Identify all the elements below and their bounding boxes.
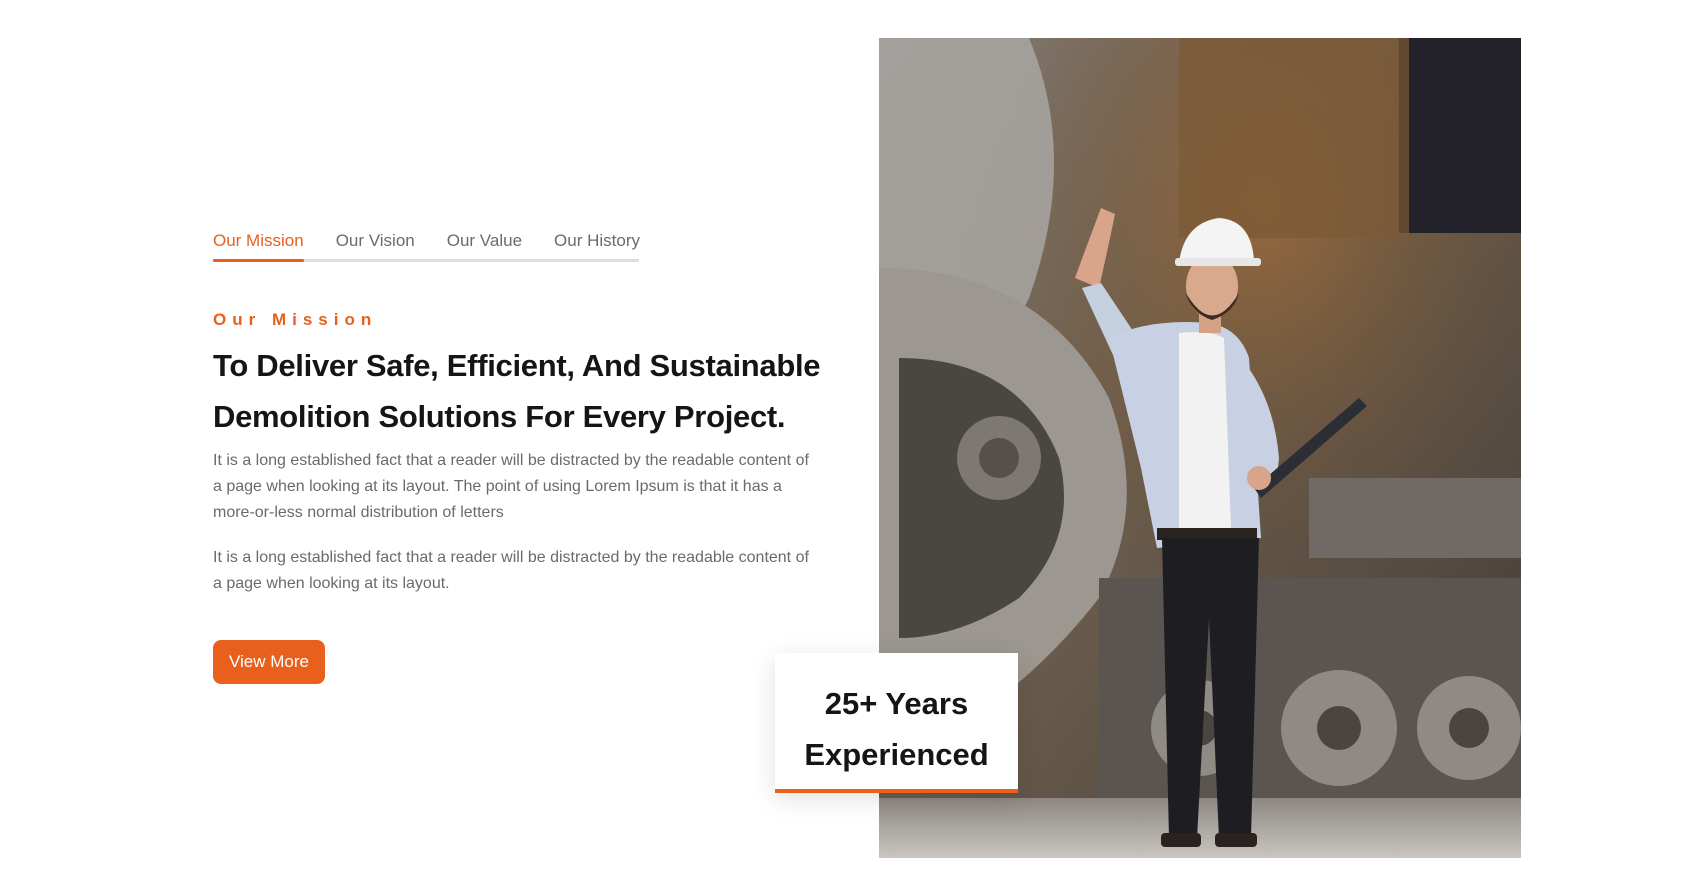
tab-our-vision[interactable]: Our Vision xyxy=(336,224,415,259)
tab-bar: Our Mission Our Vision Our Value Our His… xyxy=(213,224,640,262)
experience-years: 25+ Years xyxy=(824,686,969,721)
tab-our-history[interactable]: Our History xyxy=(554,224,640,259)
tab-our-value[interactable]: Our Value xyxy=(447,224,522,259)
tab-our-mission[interactable]: Our Mission xyxy=(213,224,304,262)
body-paragraph-1: It is a long established fact that a rea… xyxy=(213,452,809,521)
page: Our Mission Our Vision Our Value Our His… xyxy=(0,0,1686,875)
body-paragraph-2: It is a long established fact that a rea… xyxy=(213,549,809,592)
section-heading: To Deliver Safe, Efficient, And Sustaina… xyxy=(213,348,821,434)
experience-label: Experienced xyxy=(804,737,989,772)
section-eyebrow: Our Mission xyxy=(213,310,378,329)
experience-card: 25+ Years Experienced xyxy=(775,653,1018,793)
view-more-button[interactable]: View More xyxy=(213,640,325,684)
